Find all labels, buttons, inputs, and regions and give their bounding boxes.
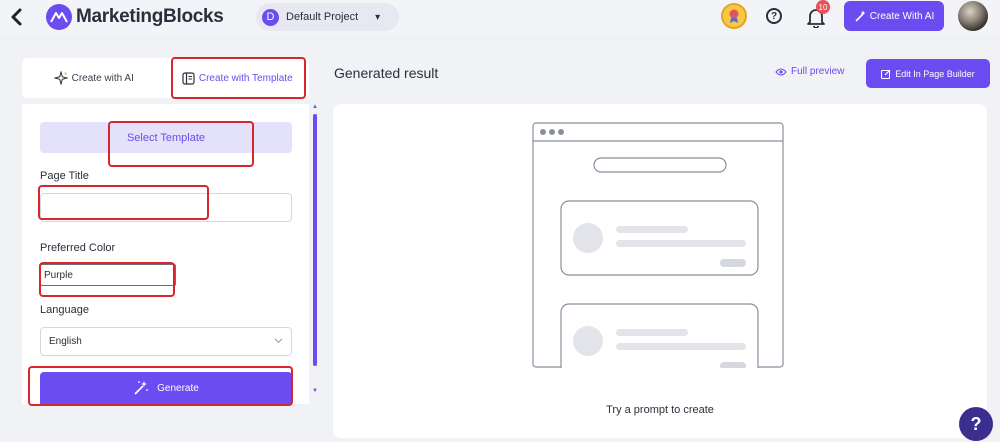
- full-preview-link[interactable]: Full preview: [775, 66, 844, 77]
- form-scrollbar[interactable]: ▲ ▼: [312, 104, 318, 394]
- edit-icon: [881, 69, 891, 79]
- edit-in-page-builder-label: Edit In Page Builder: [895, 68, 975, 79]
- help-icon[interactable]: ?: [766, 8, 782, 24]
- chevron-down-icon: ▾: [375, 11, 381, 23]
- empty-state-illustration: [532, 122, 784, 368]
- back-arrow-icon[interactable]: [8, 6, 26, 28]
- language-selected-value: English: [49, 336, 82, 347]
- annotation-box-generate: [28, 366, 293, 406]
- annotation-box-preferred-color: [39, 262, 175, 297]
- scroll-up-icon[interactable]: ▲: [312, 104, 318, 110]
- magic-wand-icon: [855, 10, 866, 22]
- language-select[interactable]: English: [40, 327, 292, 356]
- page-title-label: Page Title: [40, 170, 89, 182]
- brand-logo[interactable]: MarketingBlocks: [46, 4, 224, 30]
- eye-icon: [775, 68, 787, 75]
- help-chat-button[interactable]: ?: [959, 407, 993, 441]
- logo-mark-icon: [46, 4, 72, 30]
- annotation-box-template-tab: [171, 57, 306, 99]
- brand-name: MarketingBlocks: [76, 6, 224, 27]
- tab-create-with-ai[interactable]: Create with AI: [22, 58, 166, 98]
- project-selector[interactable]: D Default Project ▾: [256, 3, 399, 31]
- annotation-box-page-title: [38, 185, 209, 220]
- result-panel: Try a prompt to create: [333, 104, 987, 438]
- preferred-color-label: Preferred Color: [40, 242, 116, 254]
- award-badge-icon[interactable]: [721, 3, 747, 29]
- notification-count-badge: 10: [816, 0, 830, 14]
- chevron-down-icon: [274, 338, 283, 344]
- language-label: Language: [40, 304, 89, 316]
- annotation-box-select-template: [108, 121, 254, 167]
- top-bar: MarketingBlocks D Default Project ▾ ? 10…: [0, 0, 1000, 34]
- result-title: Generated result: [334, 65, 439, 81]
- project-name: Default Project: [286, 11, 359, 23]
- project-avatar: D: [262, 8, 279, 26]
- full-preview-label: Full preview: [791, 66, 845, 77]
- tab-create-with-ai-label: Create with AI: [71, 72, 134, 84]
- empty-state-message: Try a prompt to create: [606, 404, 714, 416]
- edit-in-page-builder-button[interactable]: Edit In Page Builder: [866, 59, 990, 88]
- scroll-down-icon[interactable]: ▼: [312, 388, 318, 394]
- create-with-ai-label: Create With AI: [869, 10, 935, 22]
- sparkle-icon: [53, 71, 68, 85]
- user-avatar[interactable]: [958, 1, 988, 31]
- scroll-thumb[interactable]: [313, 114, 317, 366]
- create-with-ai-button[interactable]: Create With AI: [844, 1, 944, 31]
